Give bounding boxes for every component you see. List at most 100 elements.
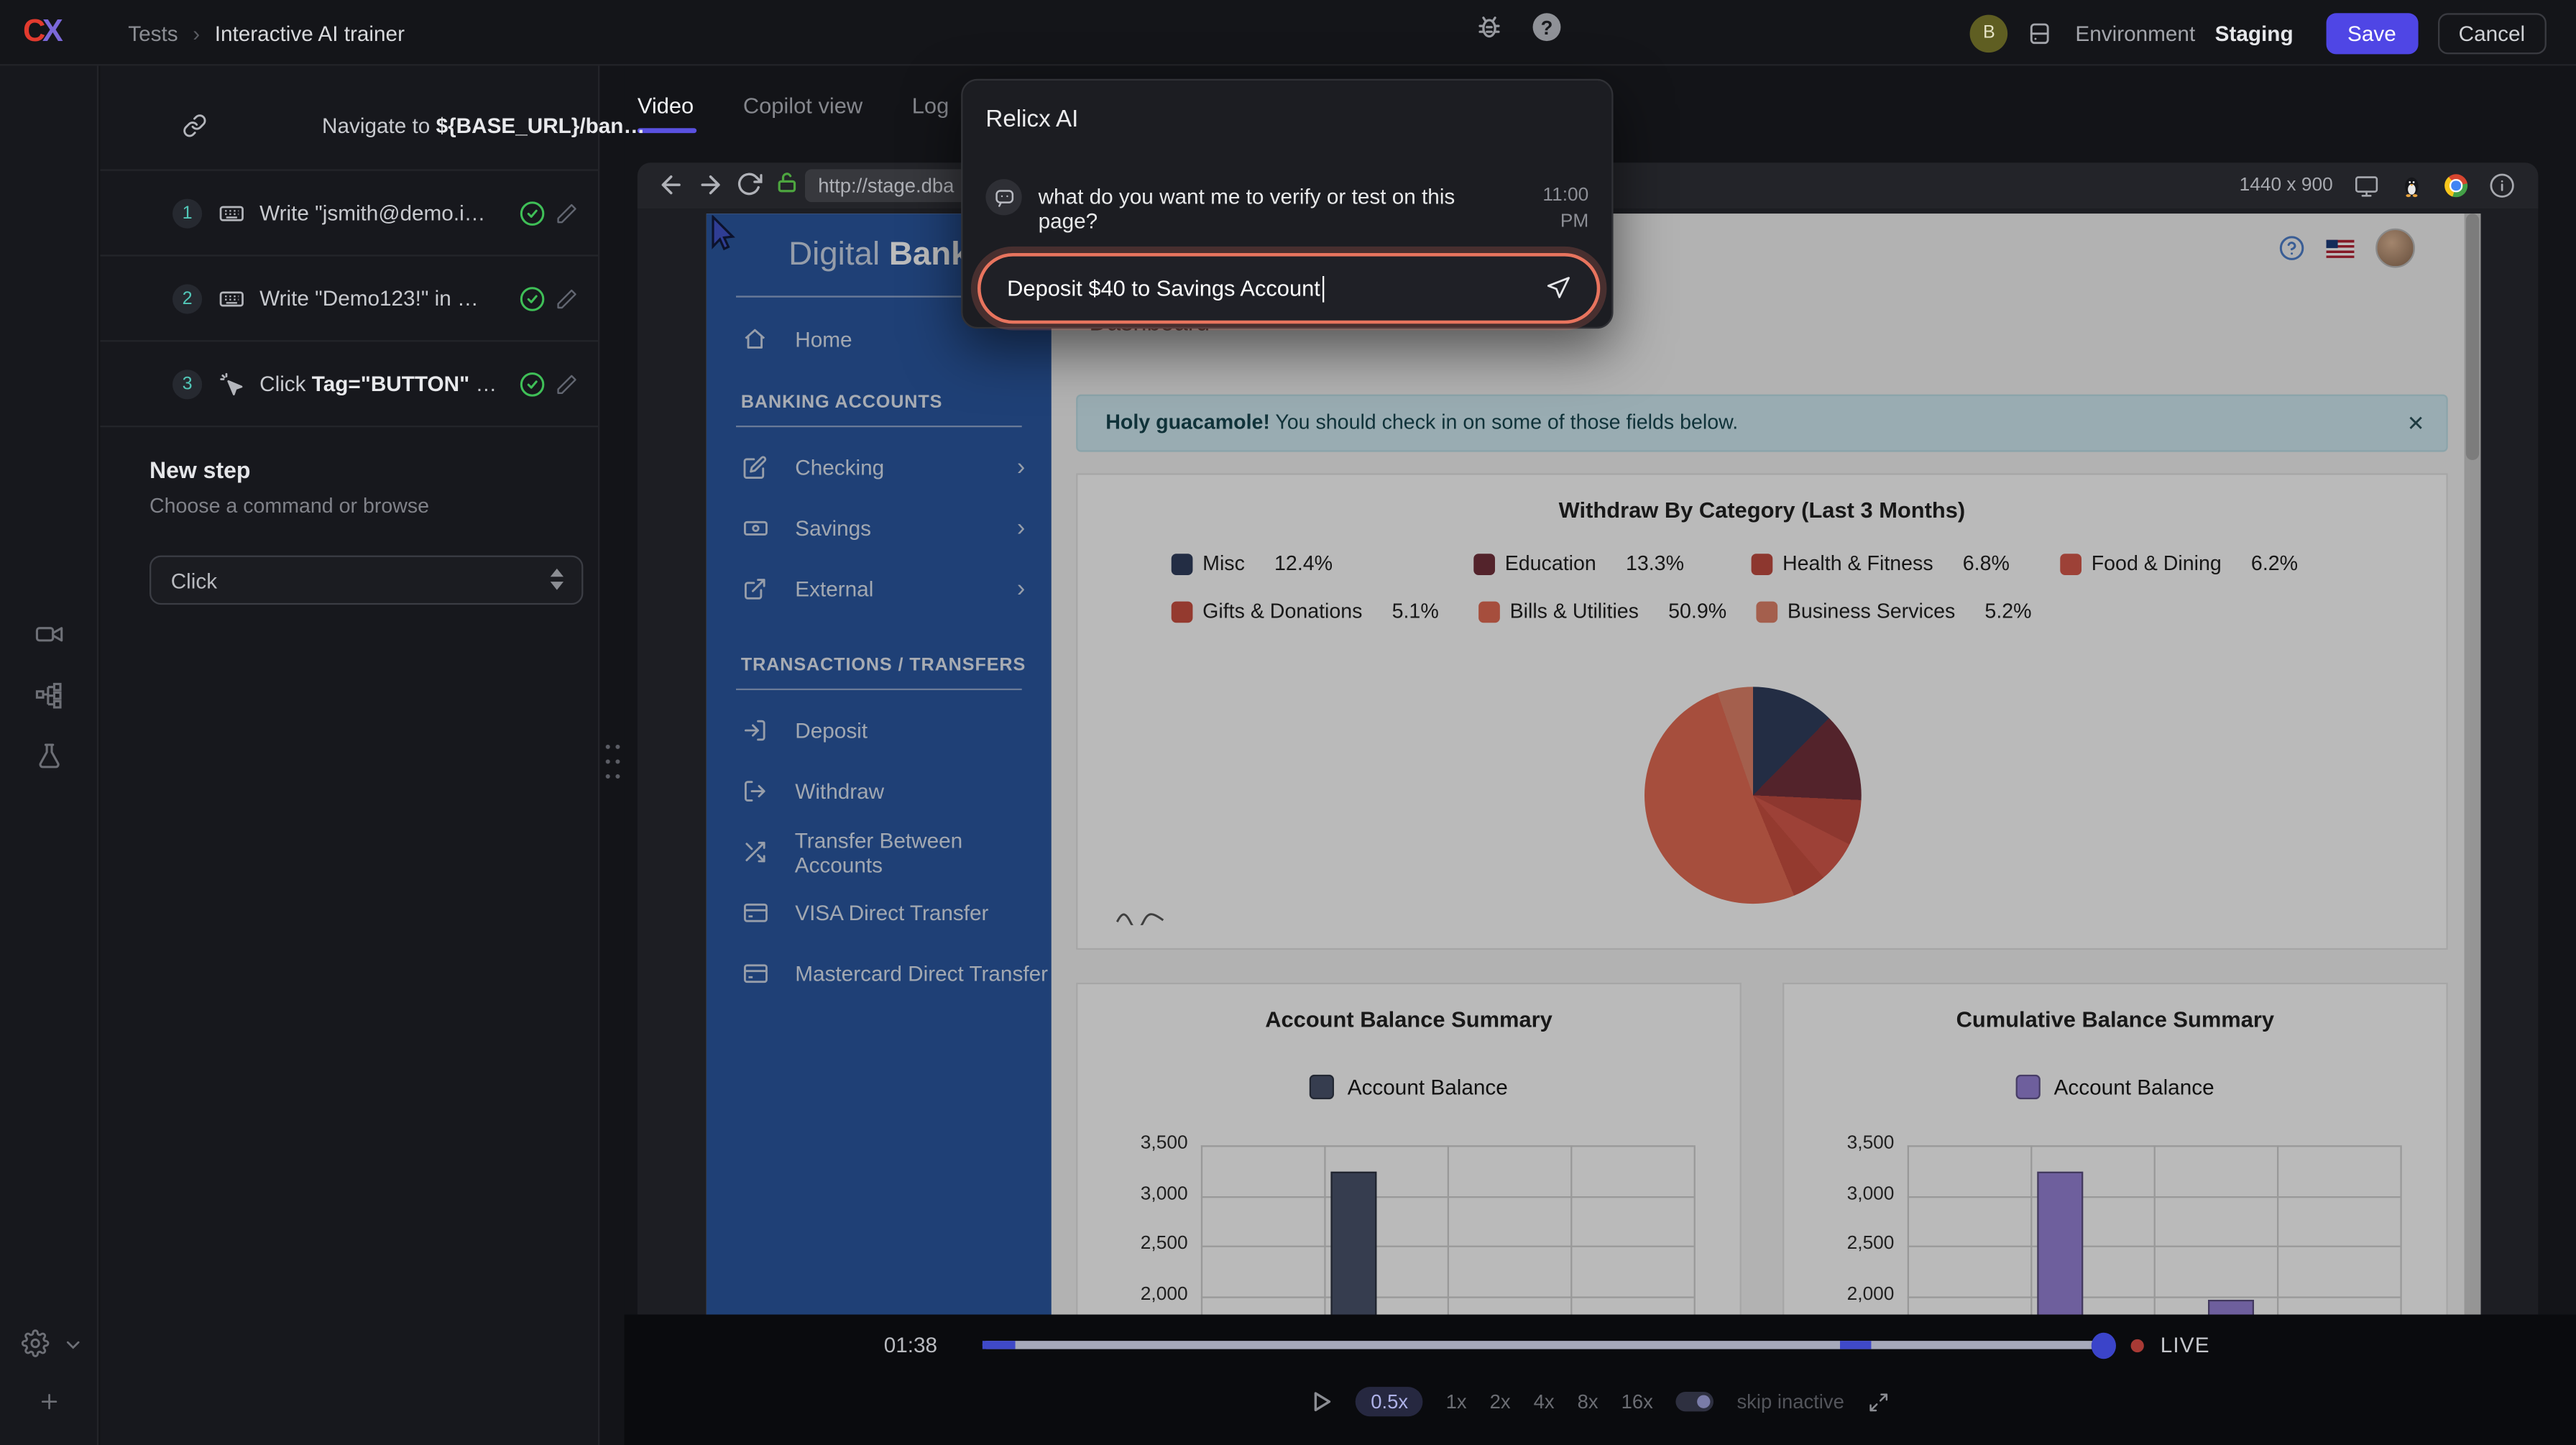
bank-nav-label: Savings [795, 516, 871, 541]
bar [2207, 1300, 2253, 1315]
alert-bold-text: Holy guacamole! [1105, 410, 1270, 434]
chrome-browser-icon [2444, 174, 2467, 197]
settings-gear-icon[interactable] [22, 1329, 50, 1357]
legend-item: Business Services5.2% [1756, 600, 2031, 623]
bar-chart-legend: Account Balance [1784, 1075, 2446, 1099]
flask-icon[interactable] [34, 741, 64, 771]
video-camera-icon[interactable] [34, 620, 64, 649]
command-select-value: Click [171, 568, 217, 592]
sign-in-icon [742, 718, 770, 743]
speed-16x[interactable]: 16x [1622, 1390, 1653, 1413]
left-icon-rail [0, 65, 98, 1445]
play-icon[interactable] [1312, 1390, 1333, 1413]
speed-8x[interactable]: 8x [1578, 1390, 1598, 1413]
chevron-down-icon[interactable] [63, 1334, 84, 1356]
browser-back-icon[interactable] [657, 171, 685, 199]
cancel-button[interactable]: Cancel [2437, 12, 2547, 53]
timeline-track[interactable] [983, 1341, 2103, 1349]
bank-nav-transfer-between-accounts[interactable]: Transfer Between Accounts [707, 822, 1052, 883]
keyboard-icon [218, 200, 245, 226]
step-number-badge: 3 [172, 369, 202, 398]
send-icon[interactable] [1545, 275, 1573, 303]
bank-user-avatar[interactable] [2375, 229, 2415, 268]
timeline-activity-segment [983, 1341, 1016, 1349]
assistant-message: what do you want me to verify or test on… [1039, 184, 1499, 234]
pie-chart-title: Withdraw By Category (Last 3 Months) [1077, 498, 2446, 523]
y-axis-tick: 2,000 [1822, 1284, 1895, 1303]
legend-label: Account Balance [2054, 1075, 2214, 1099]
bank-nav-visa-direct-transfer[interactable]: VISA Direct Transfer [707, 882, 1052, 943]
add-plus-icon[interactable] [38, 1390, 61, 1413]
environment-icon [2028, 21, 2052, 45]
bank-nav-withdraw[interactable]: Withdraw [707, 761, 1052, 822]
y-axis-tick: 3,000 [1116, 1184, 1188, 1203]
speed-0.5x[interactable]: 0.5x [1356, 1387, 1423, 1416]
edit-square-icon [742, 455, 770, 480]
step-row-1[interactable]: 1 Write "jsmith@demo.i… [100, 171, 598, 257]
sparkline-icon [1116, 905, 1165, 925]
click-cursor-icon [218, 370, 245, 397]
live-dot-icon [2131, 1339, 2144, 1352]
chat-bubble-icon [985, 179, 1021, 215]
edit-pencil-icon[interactable] [556, 287, 579, 310]
app-scrollbar[interactable] [2465, 214, 2481, 1314]
chevron-right-icon: › [1017, 454, 1025, 482]
tab-log[interactable]: Log [912, 93, 949, 117]
bar-plot: 3,5003,0002,5002,000 [1908, 1145, 2401, 1314]
bank-nav-checking[interactable]: Checking › [707, 437, 1052, 498]
timeline-handle[interactable] [2092, 1333, 2116, 1359]
user-avatar[interactable]: B [1970, 14, 2008, 52]
bank-nav-savings[interactable]: Savings › [707, 498, 1052, 559]
app-header: CX Tests › Interactive AI trainer ? B En… [0, 0, 2576, 65]
debug-bug-icon[interactable] [1476, 13, 1504, 41]
assistant-input[interactable]: Deposit $40 to Savings Account [978, 253, 1600, 324]
bank-nav-deposit[interactable]: Deposit [707, 700, 1052, 761]
bank-nav-mastercard-direct-transfer[interactable]: Mastercard Direct Transfer [707, 943, 1052, 1004]
flow-tree-icon[interactable] [34, 680, 64, 710]
help-icon[interactable]: ? [1533, 13, 1561, 41]
legend-item: Health & Fitness6.8% [1752, 552, 2010, 575]
y-axis-tick: 3,500 [1822, 1134, 1895, 1153]
environment-label: Environment [2075, 21, 2195, 45]
browser-forward-icon[interactable] [696, 171, 724, 199]
speed-2x[interactable]: 2x [1490, 1390, 1511, 1413]
tab-copilot-view[interactable]: Copilot view [743, 93, 862, 117]
speed-4x[interactable]: 4x [1534, 1390, 1555, 1413]
browser-reload-icon[interactable] [736, 171, 763, 198]
legend-label: Account Balance [1348, 1075, 1508, 1099]
save-button[interactable]: Save [2326, 12, 2417, 53]
bar [2037, 1173, 2083, 1315]
bank-help-icon[interactable] [2278, 235, 2305, 262]
step-row-3[interactable]: 3 Click Tag="BUTTON" … [100, 341, 598, 427]
step-row-2[interactable]: 2 Write "Demo123!" in … [100, 257, 598, 342]
step-label: Write "Demo123!" in … [259, 286, 479, 311]
breadcrumb-current: Interactive AI trainer [215, 22, 405, 46]
step-navigate[interactable]: Navigate to ${BASE_URL}/ban… [100, 82, 598, 170]
fullscreen-icon[interactable] [1867, 1391, 1889, 1413]
speed-1x[interactable]: 1x [1446, 1390, 1467, 1413]
breadcrumb-tests-link[interactable]: Tests [128, 22, 178, 46]
edit-pencil-icon[interactable] [556, 201, 579, 224]
cx-logo[interactable]: CX [23, 15, 60, 51]
bank-nav-label: Transfer Between Accounts [795, 827, 1052, 877]
info-icon[interactable] [2489, 173, 2516, 199]
panel-resize-handle[interactable] [602, 738, 621, 784]
edit-pencil-icon[interactable] [556, 372, 579, 395]
skip-inactive-toggle[interactable] [1676, 1392, 1714, 1411]
legend-item: Food & Dining6.2% [2060, 552, 2298, 575]
live-label: LIVE [2161, 1333, 2210, 1357]
step-success-icon [519, 285, 546, 312]
step-number-badge: 1 [172, 198, 202, 227]
legend-item: Education13.3% [1473, 552, 1684, 575]
bank-nav-external[interactable]: External › [707, 559, 1052, 620]
alert-close-icon[interactable]: ✕ [2407, 396, 2425, 450]
playback-controls: 0.5x 1x 2x 4x 8x 16x skip inactive [625, 1387, 2576, 1416]
us-flag-icon[interactable] [2327, 239, 2355, 257]
command-select[interactable]: Click [150, 556, 583, 605]
external-link-icon [742, 577, 770, 601]
tab-video[interactable]: Video [638, 93, 694, 117]
main-panel: Video Copilot view Log http://stage.dba … [625, 65, 2576, 1445]
pie-legend-row-2: Gifts & Donations5.1%Bills & Utilities50… [1077, 600, 2446, 626]
environment-value[interactable]: Staging [2215, 21, 2294, 45]
y-axis-tick: 3,000 [1822, 1184, 1895, 1203]
